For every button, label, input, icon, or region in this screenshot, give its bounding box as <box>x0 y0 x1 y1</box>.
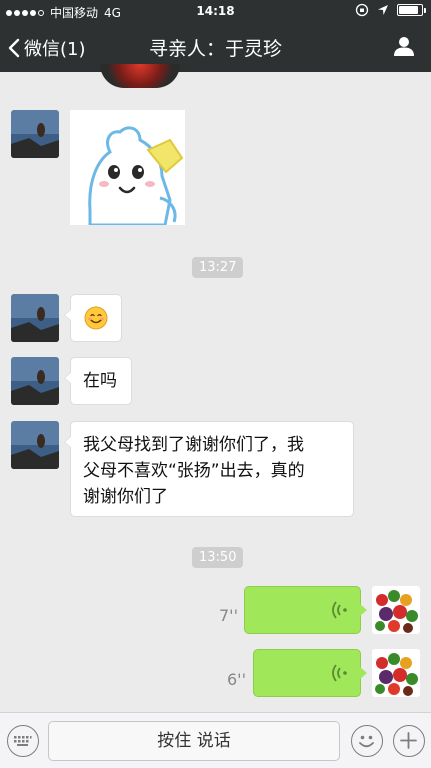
text-message-bubble[interactable]: 我父母找到了谢谢你们了，我 父母不喜欢“张扬”出去，真的 谢谢你们了 <box>64 421 354 517</box>
voice-duration: 6'' <box>227 670 246 689</box>
message-line: 谢谢你们了 <box>83 487 168 507</box>
more-functions-button[interactable] <box>393 725 425 757</box>
emoji-message-bubble[interactable] <box>64 294 122 342</box>
voice-duration: 7'' <box>219 606 238 625</box>
smile-emoji-icon <box>84 306 108 330</box>
emoji-button[interactable] <box>351 725 383 757</box>
voice-wave-icon <box>332 664 347 682</box>
keyboard-toggle-button[interactable] <box>7 725 39 757</box>
smile-icon <box>359 735 374 748</box>
voice-wave-icon <box>332 601 347 619</box>
timestamp-divider: 13:50 <box>192 547 244 568</box>
plus-icon <box>400 732 417 749</box>
text-message-bubble[interactable]: 在吗 <box>64 357 132 405</box>
message-line: 我父母找到了谢谢你们了，我 <box>83 435 304 455</box>
my-avatar[interactable] <box>372 649 420 697</box>
hold-to-talk-button[interactable]: 按住 说话 <box>48 721 340 761</box>
contact-avatar[interactable] <box>11 421 59 469</box>
contact-avatar[interactable] <box>11 294 59 342</box>
rotation-lock-icon <box>355 3 369 17</box>
contact-info-icon[interactable] <box>393 35 415 57</box>
contact-avatar[interactable] <box>11 110 59 158</box>
partial-avatar <box>100 64 180 88</box>
cartoon-sticker-icon <box>88 126 184 227</box>
chat-title: 寻亲人：于灵珍 <box>148 38 282 60</box>
sticker-message[interactable] <box>70 110 185 227</box>
my-avatar[interactable] <box>372 586 420 634</box>
voice-message-bubble[interactable] <box>244 586 367 634</box>
keyboard-icon <box>14 736 32 746</box>
chat-header: 微信(1) 寻亲人：于灵珍 <box>0 22 431 72</box>
timestamp-divider: 13:27 <box>192 257 244 278</box>
message-line: 父母不喜欢“张扬”出去，真的 <box>83 461 305 481</box>
voice-message-bubble[interactable] <box>253 649 367 697</box>
contact-avatar[interactable] <box>11 357 59 405</box>
status-bar: 中国移动 4G 14:18 <box>0 0 431 22</box>
input-bar: 按住 说话 <box>0 712 431 768</box>
location-icon <box>378 5 388 15</box>
battery-icon <box>397 4 426 16</box>
